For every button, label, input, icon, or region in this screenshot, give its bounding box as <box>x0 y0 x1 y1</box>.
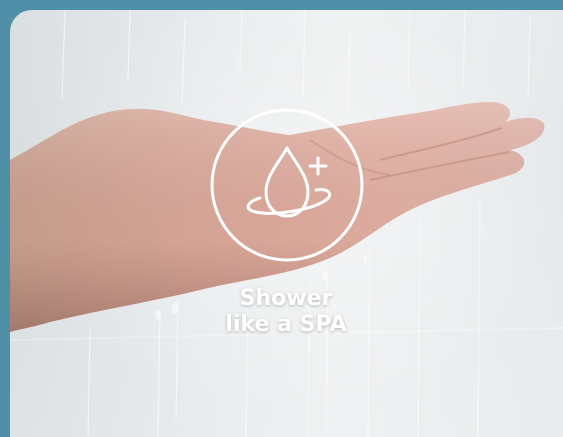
water-drop-plus-icon <box>210 108 364 262</box>
promo-card: Shower like a SPA <box>10 10 563 437</box>
headline: Shower like a SPA <box>160 286 412 338</box>
headline-line-2: like a SPA <box>225 312 347 337</box>
promo-frame: Shower like a SPA <box>0 0 563 437</box>
headline-line-1: Shower <box>239 286 333 311</box>
